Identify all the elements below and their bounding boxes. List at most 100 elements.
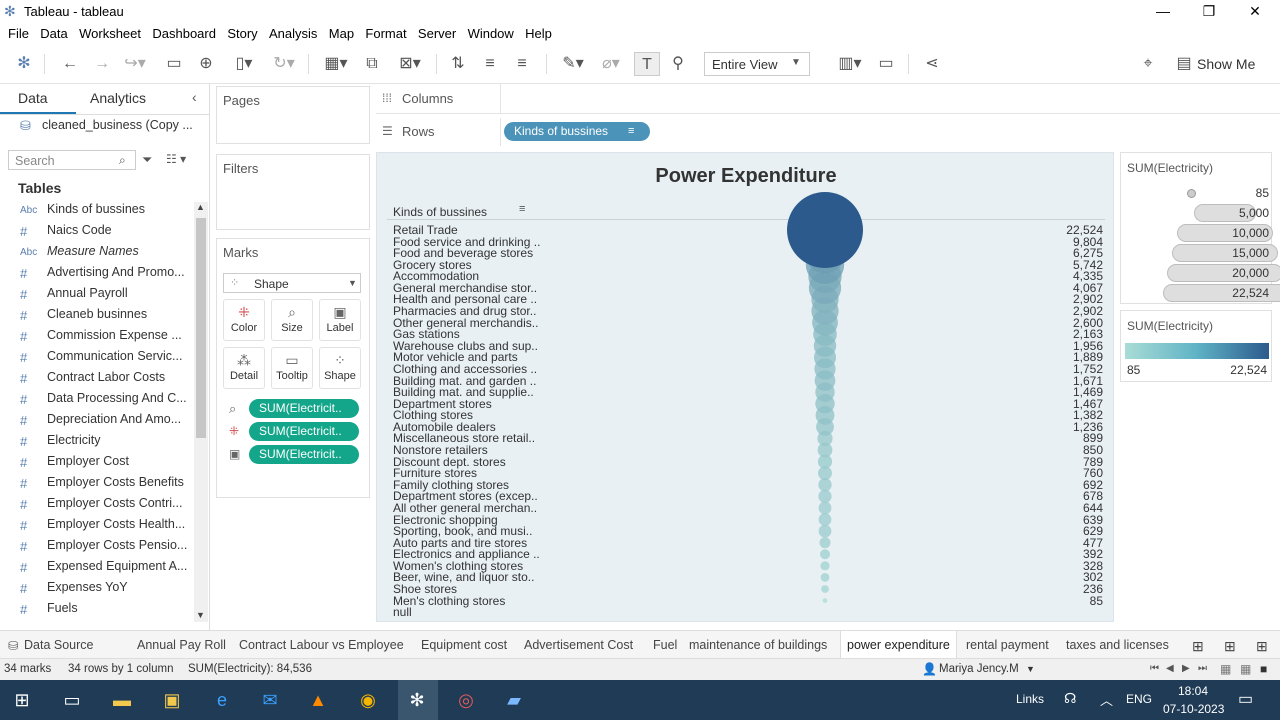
field-item[interactable]: Abc Kinds of bussines: [0, 202, 192, 223]
shape-button[interactable]: ⁘ Shape: [319, 347, 361, 389]
tab-maintenance[interactable]: maintenance of buildings: [689, 638, 827, 652]
tab-power-expenditure[interactable]: power expenditure: [840, 631, 957, 659]
field-item[interactable]: # Cleaneb businnes: [0, 307, 192, 328]
close-button[interactable]: ✕: [1232, 0, 1278, 24]
fit-dropdown[interactable]: Entire View ▼: [704, 52, 810, 76]
field-item[interactable]: # Fuels: [0, 601, 192, 622]
prev-sheet-icon[interactable]: ◀: [1166, 663, 1174, 674]
scroll-thumb[interactable]: [196, 218, 206, 438]
windows-start-icon[interactable]: ⊞: [10, 688, 34, 712]
scroll-up-icon[interactable]: ▲: [196, 202, 205, 212]
edge-icon[interactable]: e: [210, 688, 234, 712]
clock-date[interactable]: 07-10-2023: [1163, 702, 1224, 716]
sorter-icon[interactable]: ▦: [1240, 662, 1251, 676]
label-pill[interactable]: SUM(Electricit..: [249, 445, 359, 464]
rows-shelf[interactable]: ☰ Rows Kinds of bussines ≡: [376, 118, 1280, 146]
field-item[interactable]: # Depreciation And Amo...: [0, 412, 192, 433]
task-view-icon[interactable]: ▭: [60, 688, 84, 712]
restore-button[interactable]: ❐: [1186, 0, 1232, 24]
new-datasource-icon[interactable]: ⊕: [194, 52, 218, 76]
new-worksheet-tab-icon[interactable]: ⊞: [1192, 638, 1204, 655]
filter-icon[interactable]: ⏷: [142, 152, 152, 168]
pages-card[interactable]: Pages: [216, 86, 370, 144]
last-sheet-icon[interactable]: ⏭: [1198, 663, 1207, 674]
fix-axes-icon[interactable]: ⚲: [666, 52, 690, 76]
field-item[interactable]: # Employer Costs Health...: [0, 517, 192, 538]
undo-icon[interactable]: ←: [58, 52, 82, 76]
size-legend[interactable]: SUM(Electricity) 85 5,000 10,000 15,000 20,0…: [1120, 152, 1280, 304]
photos-icon[interactable]: ▰: [502, 688, 526, 712]
tabs-view-icon[interactable]: ■: [1260, 662, 1267, 676]
chevron-down-icon[interactable]: ▼: [1026, 664, 1035, 674]
scroll-down-icon[interactable]: ▼: [196, 610, 205, 620]
menu-dashboard[interactable]: Dashboard: [144, 24, 216, 41]
collapse-pane-icon[interactable]: ‹: [192, 89, 197, 105]
field-item[interactable]: # Advertising And Promo...: [0, 265, 192, 286]
replay-icon[interactable]: ↪▾: [120, 52, 150, 76]
media-player-icon[interactable]: ◎: [454, 688, 478, 712]
minimize-button[interactable]: —: [1140, 0, 1186, 24]
row-label[interactable]: null: [393, 606, 412, 618]
redo-icon[interactable]: →: [90, 52, 114, 76]
show-labels-icon[interactable]: T: [634, 52, 660, 76]
tab-advertisement-cost[interactable]: Advertisement Cost: [524, 638, 633, 652]
notifications-icon[interactable]: ▭: [1238, 689, 1253, 709]
color-pill[interactable]: SUM(Electricit..: [249, 422, 359, 441]
tab-analytics[interactable]: Analytics: [90, 90, 146, 106]
people-icon[interactable]: ☊: [1064, 690, 1076, 707]
mark-type-dropdown[interactable]: ⁘ Shape ▼: [223, 273, 361, 293]
group-icon[interactable]: ⌀▾: [594, 52, 628, 76]
menu-server[interactable]: Server: [410, 24, 456, 41]
field-item[interactable]: # Employer Costs Benefits: [0, 475, 192, 496]
tab-equipment-cost[interactable]: Equipment cost: [421, 638, 507, 652]
show-me-icon[interactable]: ▤: [1174, 52, 1194, 76]
size-button[interactable]: ⌕ Size: [271, 299, 313, 341]
new-dashboard-tab-icon[interactable]: ⊞: [1224, 638, 1236, 655]
field-item[interactable]: # Commission Expense ...: [0, 328, 192, 349]
search-input[interactable]: Search ⌕: [8, 150, 136, 170]
tray-chevron-icon[interactable]: ︿: [1100, 690, 1113, 709]
detail-button[interactable]: ⁂ Detail: [223, 347, 265, 389]
tab-data-source[interactable]: Data Source: [24, 638, 93, 652]
menu-data[interactable]: Data: [32, 24, 67, 41]
field-item[interactable]: Abc Measure Names: [0, 244, 192, 265]
menu-file[interactable]: File: [0, 24, 29, 41]
file-explorer-icon[interactable]: ▬: [110, 688, 134, 712]
rows-pill[interactable]: Kinds of bussines ≡: [504, 122, 650, 141]
tab-rental-payment[interactable]: rental payment: [966, 638, 1049, 652]
highlight-icon[interactable]: ✎▾: [556, 52, 590, 76]
field-item[interactable]: # Expensed Equipment A...: [0, 559, 192, 580]
clear-sheet-icon[interactable]: ⊠▾: [392, 52, 428, 76]
next-sheet-icon[interactable]: ▶: [1182, 663, 1190, 674]
field-item[interactable]: # Expenses YoY: [0, 580, 192, 601]
vlc-icon[interactable]: ▲: [306, 688, 330, 712]
refresh-icon[interactable]: ↻▾: [266, 52, 302, 76]
tooltip-button[interactable]: ▭ Tooltip: [271, 347, 313, 389]
links-label[interactable]: Links: [1016, 692, 1044, 706]
chrome-icon[interactable]: ◉: [356, 688, 380, 712]
share-icon[interactable]: ⋖: [920, 52, 944, 76]
view-options-icon[interactable]: ☷ ▾: [166, 152, 186, 166]
color-button[interactable]: ⁜ Color: [223, 299, 265, 341]
menu-help[interactable]: Help: [517, 24, 552, 41]
status-user[interactable]: Mariya Jency.M: [939, 663, 1019, 675]
swap-icon[interactable]: ⇅: [446, 52, 470, 76]
tab-fuel[interactable]: Fuel: [653, 638, 677, 652]
menu-analysis[interactable]: Analysis: [261, 24, 317, 41]
pin-icon[interactable]: ⌖: [1136, 52, 1160, 76]
menu-format[interactable]: Format: [357, 24, 406, 41]
tab-contract-labour[interactable]: Contract Labour vs Employee: [239, 638, 404, 652]
tableau-taskbar-icon[interactable]: ✻: [405, 688, 429, 712]
tab-taxes-licenses[interactable]: taxes and licenses: [1066, 638, 1169, 652]
columns-shelf[interactable]: ⁞⁞⁞ Columns: [376, 84, 1280, 114]
new-worksheet-icon[interactable]: ▦▾: [318, 52, 354, 76]
tab-annual-pay-roll[interactable]: Annual Pay Roll: [137, 638, 226, 652]
pause-updates-icon[interactable]: ▯▾: [226, 52, 262, 76]
menu-map[interactable]: Map: [321, 24, 354, 41]
menu-story[interactable]: Story: [219, 24, 257, 41]
duplicate-icon[interactable]: ⧉: [360, 52, 384, 76]
presentation-mode-icon[interactable]: ▭: [874, 52, 898, 76]
mail-icon[interactable]: ✉: [258, 688, 282, 712]
save-icon[interactable]: ▭: [162, 52, 186, 76]
field-item[interactable]: # Naics Code: [0, 223, 192, 244]
